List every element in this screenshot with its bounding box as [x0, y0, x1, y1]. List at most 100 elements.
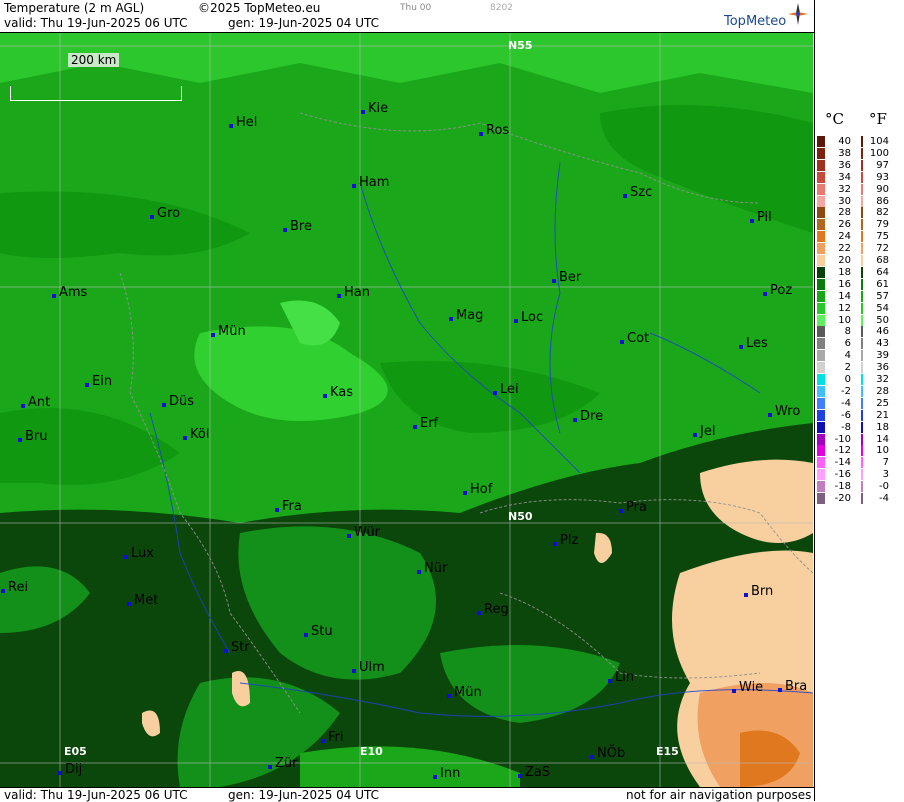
city-ros[interactable]: Ros	[479, 123, 509, 138]
city-poz[interactable]: Poz	[763, 283, 792, 298]
legend-fahrenheit-value: 14	[876, 433, 889, 445]
legend-swatch	[817, 243, 825, 255]
city-nob[interactable]: NÖb	[590, 746, 625, 761]
legend-swatch	[817, 290, 825, 302]
legend-swatch	[817, 159, 825, 171]
legend-celsius-value: 8	[844, 326, 851, 338]
city-ber[interactable]: Ber	[552, 270, 581, 285]
city-hof[interactable]: Hof	[463, 482, 492, 497]
legend-fahrenheit-value: 68	[876, 255, 889, 266]
scale-bar-label: 200 km	[68, 53, 120, 67]
legend-celsius-value: -12	[834, 445, 851, 457]
city-wur[interactable]: Wür	[347, 525, 380, 540]
city-fri[interactable]: Fri	[321, 730, 344, 745]
city-lin[interactable]: Lin	[608, 670, 634, 685]
city-plz[interactable]: Plz	[553, 533, 578, 548]
city-pil[interactable]: Pil	[750, 210, 772, 225]
legend-swatch-f	[861, 195, 863, 207]
legend-fahrenheit-value: 18	[876, 421, 889, 433]
city-stu[interactable]: Stu	[304, 624, 333, 639]
legend-celsius-value: -16	[834, 469, 851, 481]
city-lux[interactable]: Lux	[124, 546, 154, 561]
legend-fahrenheit-value: -4	[879, 493, 889, 504]
legend-fahrenheit-value: 7	[882, 457, 889, 469]
legend-fahrenheit-value: 82	[876, 207, 889, 219]
city-dre[interactable]: Dre	[573, 409, 603, 424]
lon-e10-label: E10	[360, 745, 383, 758]
city-kol[interactable]: Köl	[183, 427, 209, 442]
city-erf[interactable]: Erf	[413, 416, 438, 431]
product-code: 8202	[490, 3, 513, 13]
city-cot[interactable]: Cot	[620, 331, 649, 346]
city-str[interactable]: Str	[224, 640, 250, 655]
legend-swatch	[817, 397, 825, 409]
city-ulm[interactable]: Ulm	[352, 660, 385, 675]
city-szc[interactable]: Szc	[623, 185, 652, 200]
city-wro[interactable]: Wro	[768, 404, 800, 419]
legend-swatch	[817, 302, 825, 314]
city-kie[interactable]: Kie	[361, 101, 388, 116]
legend-swatch-f	[861, 278, 863, 290]
legend-swatch	[817, 183, 825, 195]
temperature-map[interactable]: 200 km N55 N50 E05 E10 E15 Kie Hel Ros H…	[0, 33, 813, 787]
city-hel[interactable]: Hel	[229, 115, 257, 130]
legend-celsius-value: 22	[838, 243, 851, 255]
city-ant[interactable]: Ant	[21, 395, 50, 410]
legend-swatch-f	[861, 385, 863, 397]
legend-celsius-value: 40	[838, 136, 851, 147]
city-mag[interactable]: Mag	[449, 308, 483, 323]
city-ein[interactable]: Ein	[85, 374, 112, 389]
city-han[interactable]: Han	[337, 285, 370, 300]
legend-celsius-value: -8	[841, 421, 851, 433]
city-mun-bay[interactable]: Mün	[447, 685, 482, 700]
legend-swatch-f	[861, 147, 863, 159]
copyright: ©2025 TopMeteo.eu	[198, 1, 321, 15]
legend-celsius-value: -20	[834, 493, 851, 504]
topmeteo-logo: TopMeteo	[724, 14, 787, 29]
city-lei[interactable]: Lei	[493, 382, 519, 397]
city-fra[interactable]: Fra	[275, 499, 302, 514]
legend-swatch-f	[861, 409, 863, 421]
city-met[interactable]: Met	[127, 593, 158, 608]
legend-celsius-value: 32	[838, 183, 851, 195]
legend-swatch-f	[861, 362, 863, 374]
legend-swatch-f	[861, 266, 863, 278]
city-ham[interactable]: Ham	[352, 175, 389, 190]
legend-fahrenheit-value: 57	[876, 290, 889, 302]
city-zas[interactable]: ZaS	[518, 765, 550, 780]
city-les[interactable]: Les	[739, 336, 768, 351]
legend-fahrenheit-value: 64	[876, 266, 889, 278]
city-brn[interactable]: Brn	[744, 584, 773, 599]
city-rei[interactable]: Rei	[1, 580, 28, 595]
legend-celsius-value: -6	[841, 409, 851, 421]
legend-swatch	[817, 469, 825, 481]
city-dij[interactable]: Dij	[58, 762, 82, 777]
city-reg[interactable]: Reg	[477, 602, 509, 617]
city-nur[interactable]: Nür	[417, 561, 447, 576]
city-wie[interactable]: Wie	[732, 680, 763, 695]
legend-swatch	[817, 445, 825, 457]
footer-valid-time: valid: Thu 19-Jun-2025 06 UTC	[4, 788, 188, 802]
city-bra[interactable]: Bra	[778, 679, 807, 694]
city-loc[interactable]: Loc	[514, 310, 543, 325]
legend-fahrenheit-value: 43	[876, 338, 889, 350]
city-zur[interactable]: Zür	[268, 756, 298, 771]
city-dus[interactable]: Düs	[162, 394, 194, 409]
city-bru[interactable]: Bru	[18, 429, 48, 444]
legend-swatch-f	[861, 302, 863, 314]
legend-swatch-f	[861, 183, 863, 195]
city-kas[interactable]: Kas	[323, 385, 353, 400]
city-bre[interactable]: Bre	[283, 219, 312, 234]
city-mun-nrw[interactable]: Mün	[211, 324, 246, 339]
city-jel[interactable]: Jel	[693, 424, 715, 439]
city-gro[interactable]: Gro	[150, 206, 180, 221]
map-layer	[0, 33, 813, 787]
city-inn[interactable]: Inn	[433, 766, 460, 781]
legend-fahrenheit-value: 79	[876, 219, 889, 231]
legend-celsius-value: 38	[838, 147, 851, 159]
city-ams[interactable]: Ams	[52, 285, 87, 300]
legend-swatch	[817, 457, 825, 469]
product-title: Temperature (2 m AGL)	[4, 1, 145, 15]
legend-fahrenheit-value: 28	[876, 385, 889, 397]
city-pra[interactable]: Pra	[619, 500, 647, 515]
